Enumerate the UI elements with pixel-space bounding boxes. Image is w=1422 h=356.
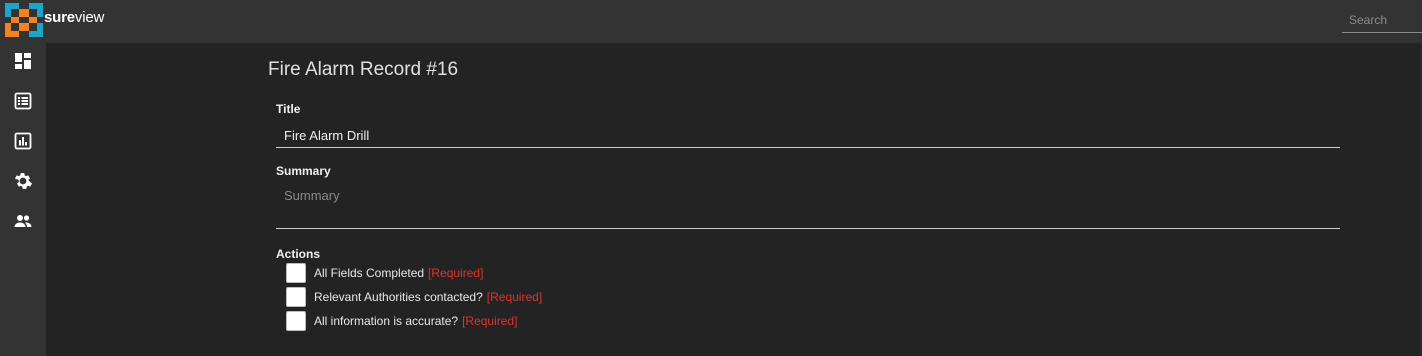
required-tag: [Required] [428,266,484,280]
sureview-logo[interactable]: sureview [5,3,104,37]
action-label: Relevant Authorities contacted? [314,290,483,304]
main-content: Fire Alarm Record #16 Title Summary Acti… [46,43,1422,356]
action-item[interactable]: All information is accurate? [Required] [286,311,517,331]
search-input[interactable] [1342,7,1422,33]
actions-label: Actions [276,247,321,261]
list-icon[interactable] [13,91,33,111]
action-item[interactable]: All Fields Completed [Required] [286,263,483,283]
page-title: Fire Alarm Record #16 [268,59,459,80]
required-tag: [Required] [486,290,543,304]
users-icon[interactable] [13,211,33,231]
action-checkbox[interactable] [286,287,306,307]
brand-name-regular: view [74,8,105,26]
brand-name-bold: sure [44,8,75,26]
title-label: Title [276,102,301,116]
logo-mark-icon [5,3,43,37]
summary-label: Summary [276,164,331,178]
reports-icon[interactable] [13,131,33,151]
action-label: All information is accurate? [314,314,459,328]
settings-icon[interactable] [13,171,33,191]
action-checkbox[interactable] [286,311,306,331]
summary-field[interactable] [276,185,1340,229]
required-tag: [Required] [462,314,518,328]
dashboard-icon[interactable] [13,51,33,71]
action-item[interactable]: Relevant Authorities contacted? [Require… [286,287,542,307]
title-field[interactable] [276,123,1340,148]
action-checkbox[interactable] [286,263,306,283]
top-bar: sureview [0,0,1422,43]
action-label: All Fields Completed [314,266,425,280]
sidebar [0,43,46,356]
brand-name: sureview [44,9,104,26]
